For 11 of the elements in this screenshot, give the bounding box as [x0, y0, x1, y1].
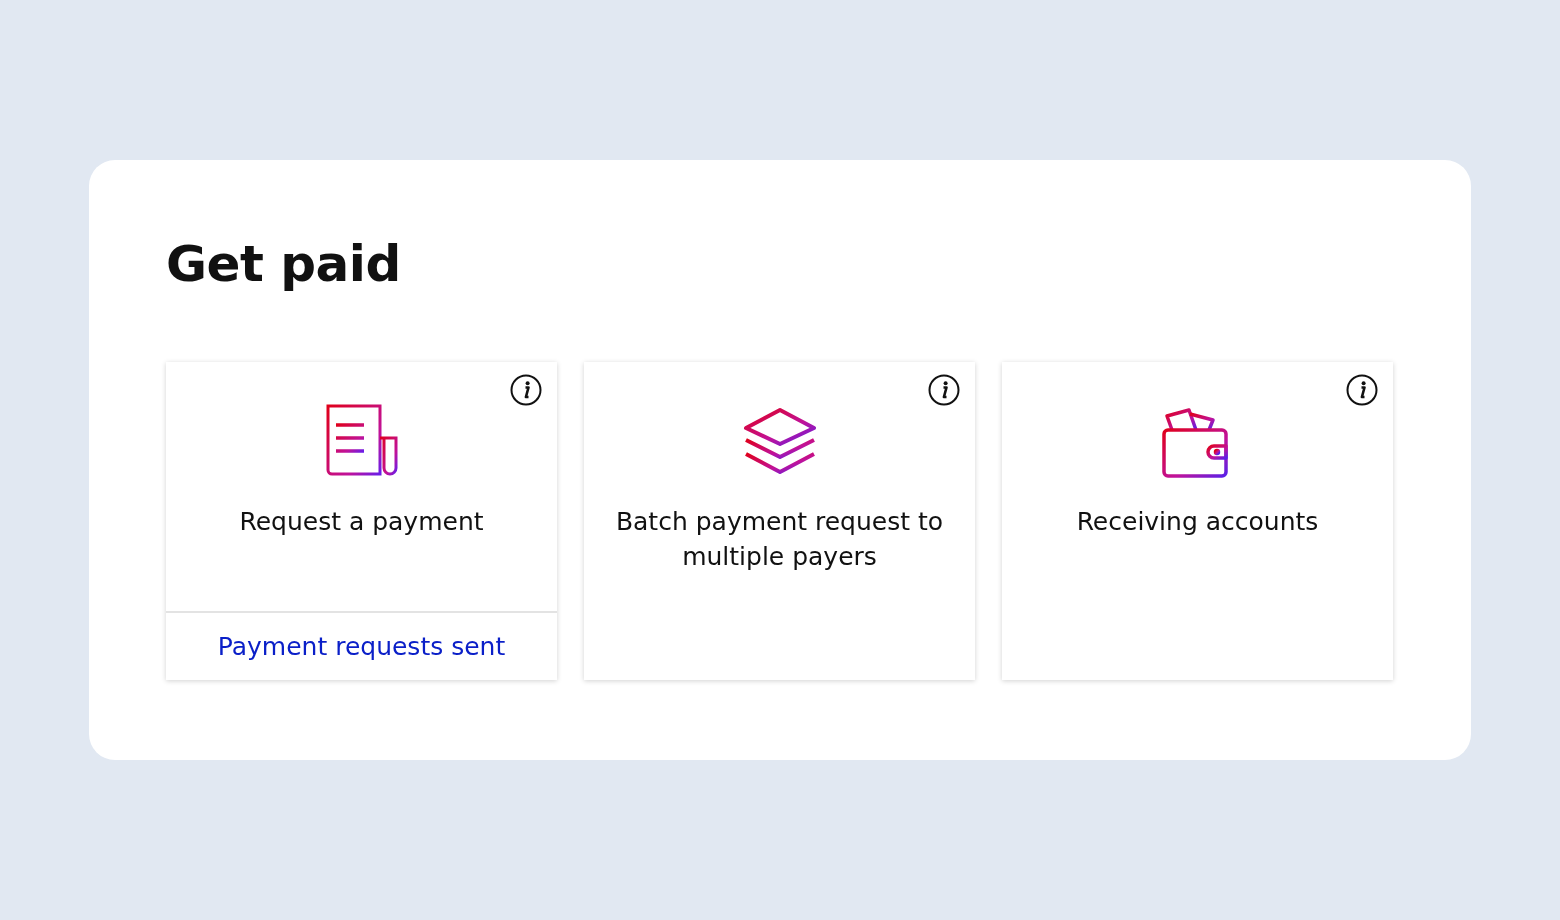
- info-icon[interactable]: [1346, 374, 1378, 406]
- page-title: Get paid: [166, 234, 402, 295]
- option-card[interactable]: Request a payment Payment requests sent: [166, 362, 557, 680]
- option-card[interactable]: Batch payment request to multiple payers: [584, 362, 975, 680]
- info-icon[interactable]: [510, 374, 542, 406]
- card-label: Batch payment request to multiple payers: [614, 506, 945, 573]
- card-label: Receiving accounts: [1075, 506, 1320, 538]
- option-card[interactable]: Receiving accounts: [1002, 362, 1393, 680]
- card-label: Request a payment: [238, 506, 485, 538]
- info-icon[interactable]: [928, 374, 960, 406]
- payment-requests-link[interactable]: Payment requests sent: [217, 632, 506, 661]
